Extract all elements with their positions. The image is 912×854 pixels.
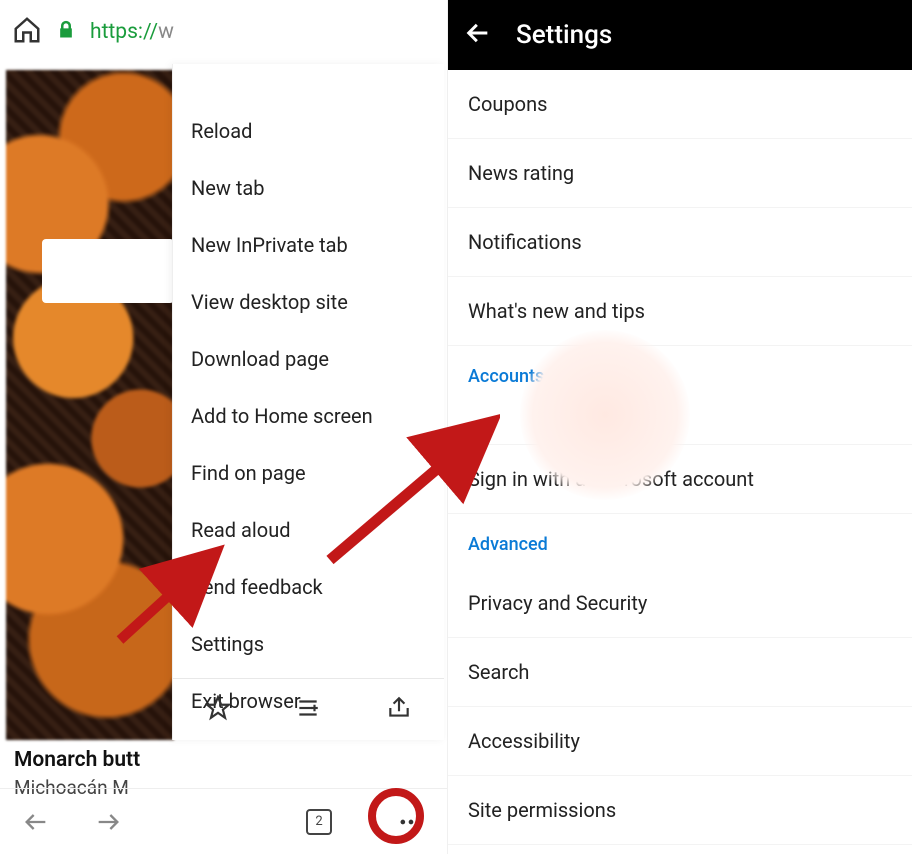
menu-item-read-aloud[interactable]: Read aloud: [173, 501, 444, 558]
menu-item-send-feedback[interactable]: Send feedback: [173, 558, 444, 615]
url-text[interactable]: https://w: [90, 20, 174, 44]
settings-header: Settings: [448, 0, 912, 70]
settings-section-accounts: Accounts: [448, 346, 912, 401]
nav-tabs-button[interactable]: 2: [297, 809, 341, 835]
settings-item-news-rating[interactable]: News rating: [448, 139, 912, 208]
address-bar: https://w: [0, 0, 447, 64]
url-host-fragment: w: [158, 20, 174, 44]
settings-item-search[interactable]: Search: [448, 638, 912, 707]
menu-item-add-to-home-screen[interactable]: Add to Home screen: [173, 387, 444, 444]
menu-item-settings[interactable]: Settings: [173, 615, 444, 672]
left-screenshot: https://w Reload New tab New InPrivate t…: [0, 0, 447, 854]
settings-section-advanced: Advanced: [448, 514, 912, 569]
menu-item-download-page[interactable]: Download page: [173, 330, 444, 387]
lock-icon: [56, 20, 76, 44]
overflow-menu: Reload New tab New InPrivate tab View de…: [172, 64, 444, 740]
nav-more-button[interactable]: [389, 808, 433, 836]
nav-forward-button[interactable]: [86, 808, 130, 836]
page-search-box[interactable]: [42, 239, 174, 303]
settings-item-privacy[interactable]: Privacy and Security: [448, 569, 912, 638]
reading-list-icon[interactable]: [295, 695, 321, 725]
menu-item-new-inprivate-tab[interactable]: New InPrivate tab: [173, 216, 444, 273]
settings-list: Coupons News rating Notifications What's…: [448, 70, 912, 845]
background-image: [6, 70, 174, 740]
favorite-icon[interactable]: [205, 695, 231, 725]
menu-item-find-on-page[interactable]: Find on page: [173, 444, 444, 501]
settings-item-notifications[interactable]: Notifications: [448, 208, 912, 277]
back-arrow-icon[interactable]: [464, 19, 492, 51]
right-screenshot: Settings Coupons News rating Notificatio…: [447, 0, 912, 854]
menu-toolbar: [173, 678, 444, 740]
page-content: Reload New tab New InPrivate tab View de…: [0, 64, 447, 740]
settings-item-coupons[interactable]: Coupons: [448, 70, 912, 139]
settings-item-whats-new[interactable]: What's new and tips: [448, 277, 912, 346]
tabs-count: 2: [306, 809, 332, 835]
url-scheme: https://: [90, 20, 158, 44]
bottom-nav: 2: [0, 788, 447, 854]
caption-title: Monarch butt: [14, 748, 160, 772]
menu-item-reload[interactable]: Reload: [173, 102, 444, 159]
share-icon[interactable]: [386, 695, 412, 725]
nav-back-button[interactable]: [14, 808, 58, 836]
settings-item-sign-in[interactable]: Sign in with a Microsoft account: [448, 445, 912, 514]
menu-item-new-tab[interactable]: New tab: [173, 159, 444, 216]
home-icon[interactable]: [12, 15, 42, 49]
settings-item-site-permissions[interactable]: Site permissions: [448, 776, 912, 845]
settings-item-accessibility[interactable]: Accessibility: [448, 707, 912, 776]
menu-item-view-desktop-site[interactable]: View desktop site: [173, 273, 444, 330]
settings-title: Settings: [516, 20, 612, 50]
